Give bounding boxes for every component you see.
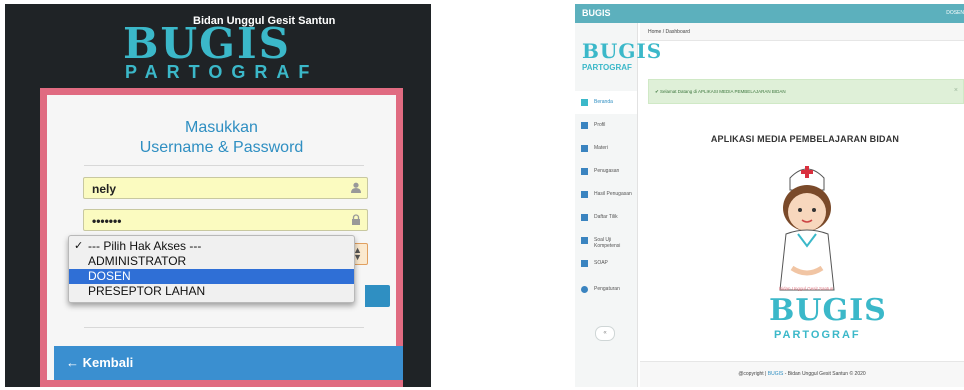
- login-title: Masukkan Username & Password: [47, 118, 396, 158]
- sidebar: BUGIS PARTOGRAF Beranda Profil Materi Pe…: [575, 23, 661, 387]
- login-submit-button[interactable]: [365, 285, 390, 307]
- home-icon: [581, 99, 588, 106]
- breadcrumb: Home / Dashboard: [640, 23, 964, 41]
- file-icon: [581, 168, 588, 175]
- login-panel: Bidan Unggul Gesit Santun BUGIS PARTOGRA…: [5, 4, 431, 387]
- password-field[interactable]: •••••••: [83, 209, 368, 231]
- logo-tagline: Bidan Unggul Gesit Santun: [779, 286, 834, 291]
- role-option-selected[interactable]: DOSEN: [69, 269, 354, 284]
- sidebar-item-soal-uji-kompetensi[interactable]: Soal Uji Kompetensi: [575, 229, 637, 252]
- logo-word: BUGIS: [123, 19, 291, 68]
- role-dropdown[interactable]: ✓ --- Pilih Hak Akses --- ADMINISTRATOR …: [68, 235, 355, 303]
- sidebar-item-beranda[interactable]: Beranda: [575, 91, 637, 114]
- role-option[interactable]: PRESEPTOR LAHAN: [69, 284, 354, 299]
- file-icon: [581, 191, 588, 198]
- divider: [84, 165, 364, 166]
- file-icon: [581, 260, 588, 267]
- sidebar-logo: BUGIS PARTOGRAF: [582, 37, 661, 89]
- sidebar-logo-sub: PARTOGRAF: [582, 63, 632, 72]
- sidebar-item-pengaturan[interactable]: Pengaturan: [575, 278, 637, 301]
- sidebar-item-penugasan[interactable]: Penugasan: [575, 160, 637, 183]
- sidebar-logo-word: BUGIS: [582, 39, 663, 63]
- sidebar-item-soap[interactable]: SOAP: [575, 252, 637, 275]
- bugis-logo: Bidan Unggul Gesit Santun BUGIS PARTOGRA…: [105, 10, 350, 82]
- user-icon: [351, 182, 361, 193]
- alert-text: ✔ Selamat Datang di APLIKASI MEDIA PEMBE…: [655, 89, 786, 94]
- sidebar-item-daftar-tilik[interactable]: Daftar Tilik: [575, 206, 637, 229]
- file-icon: [581, 237, 588, 244]
- gear-icon: [581, 286, 588, 293]
- footer-brand-link[interactable]: BUGIS: [768, 371, 784, 377]
- footer-text: @copyright | BUGIS - Bidan Unggul Gesit …: [738, 371, 866, 377]
- user-menu[interactable]: DOSEN: [946, 10, 964, 16]
- password-value: •••••••: [92, 214, 122, 228]
- app-title[interactable]: BUGIS: [582, 8, 611, 18]
- divider: [84, 327, 364, 328]
- sidebar-item-materi[interactable]: Materi: [575, 137, 637, 160]
- role-option[interactable]: ✓ --- Pilih Hak Akses ---: [69, 239, 354, 254]
- page-headline: APLIKASI MEDIA PEMBELAJARAN BIDAN: [710, 134, 900, 144]
- logo-sub: PARTOGRAF: [774, 329, 861, 341]
- file-icon: [581, 145, 588, 152]
- login-title-line1: Masukkan: [185, 119, 258, 136]
- welcome-alert: ✔ Selamat Datang di APLIKASI MEDIA PEMBE…: [648, 79, 964, 104]
- breadcrumb-text[interactable]: Home / Dashboard: [648, 29, 690, 35]
- username-field[interactable]: nely: [83, 177, 368, 199]
- bugis-logo: Bidan Unggul Gesit Santun BUGIS PARTOGRA…: [769, 284, 886, 356]
- back-button[interactable]: ← Kembali: [54, 346, 403, 380]
- role-option[interactable]: ADMINISTRATOR: [69, 254, 354, 269]
- user-icon: [581, 122, 588, 129]
- alert-close-icon[interactable]: ×: [954, 87, 958, 94]
- login-title-line2: Username & Password: [139, 139, 304, 156]
- sidebar-item-profil[interactable]: Profil: [575, 114, 637, 137]
- sidebar-item-hasil-penugasan[interactable]: Hasil Penugasan: [575, 183, 637, 206]
- footer: @copyright | BUGIS - Bidan Unggul Gesit …: [640, 361, 964, 387]
- logo-word: BUGIS: [769, 293, 887, 328]
- nurse-illustration: [779, 166, 835, 291]
- lock-icon: [352, 214, 360, 225]
- sidebar-collapse-button[interactable]: «: [595, 326, 615, 341]
- logo-sub: PARTOGRAF: [125, 62, 319, 82]
- back-label: ← Kembali: [66, 355, 134, 370]
- topbar: BUGIS DOSEN: [575, 4, 964, 23]
- file-icon: [581, 214, 588, 221]
- check-icon: ✓: [74, 240, 84, 252]
- username-value: nely: [92, 182, 117, 196]
- dashboard-window: BUGIS DOSEN BUGIS PARTOGRAF Beranda Prof…: [575, 4, 964, 387]
